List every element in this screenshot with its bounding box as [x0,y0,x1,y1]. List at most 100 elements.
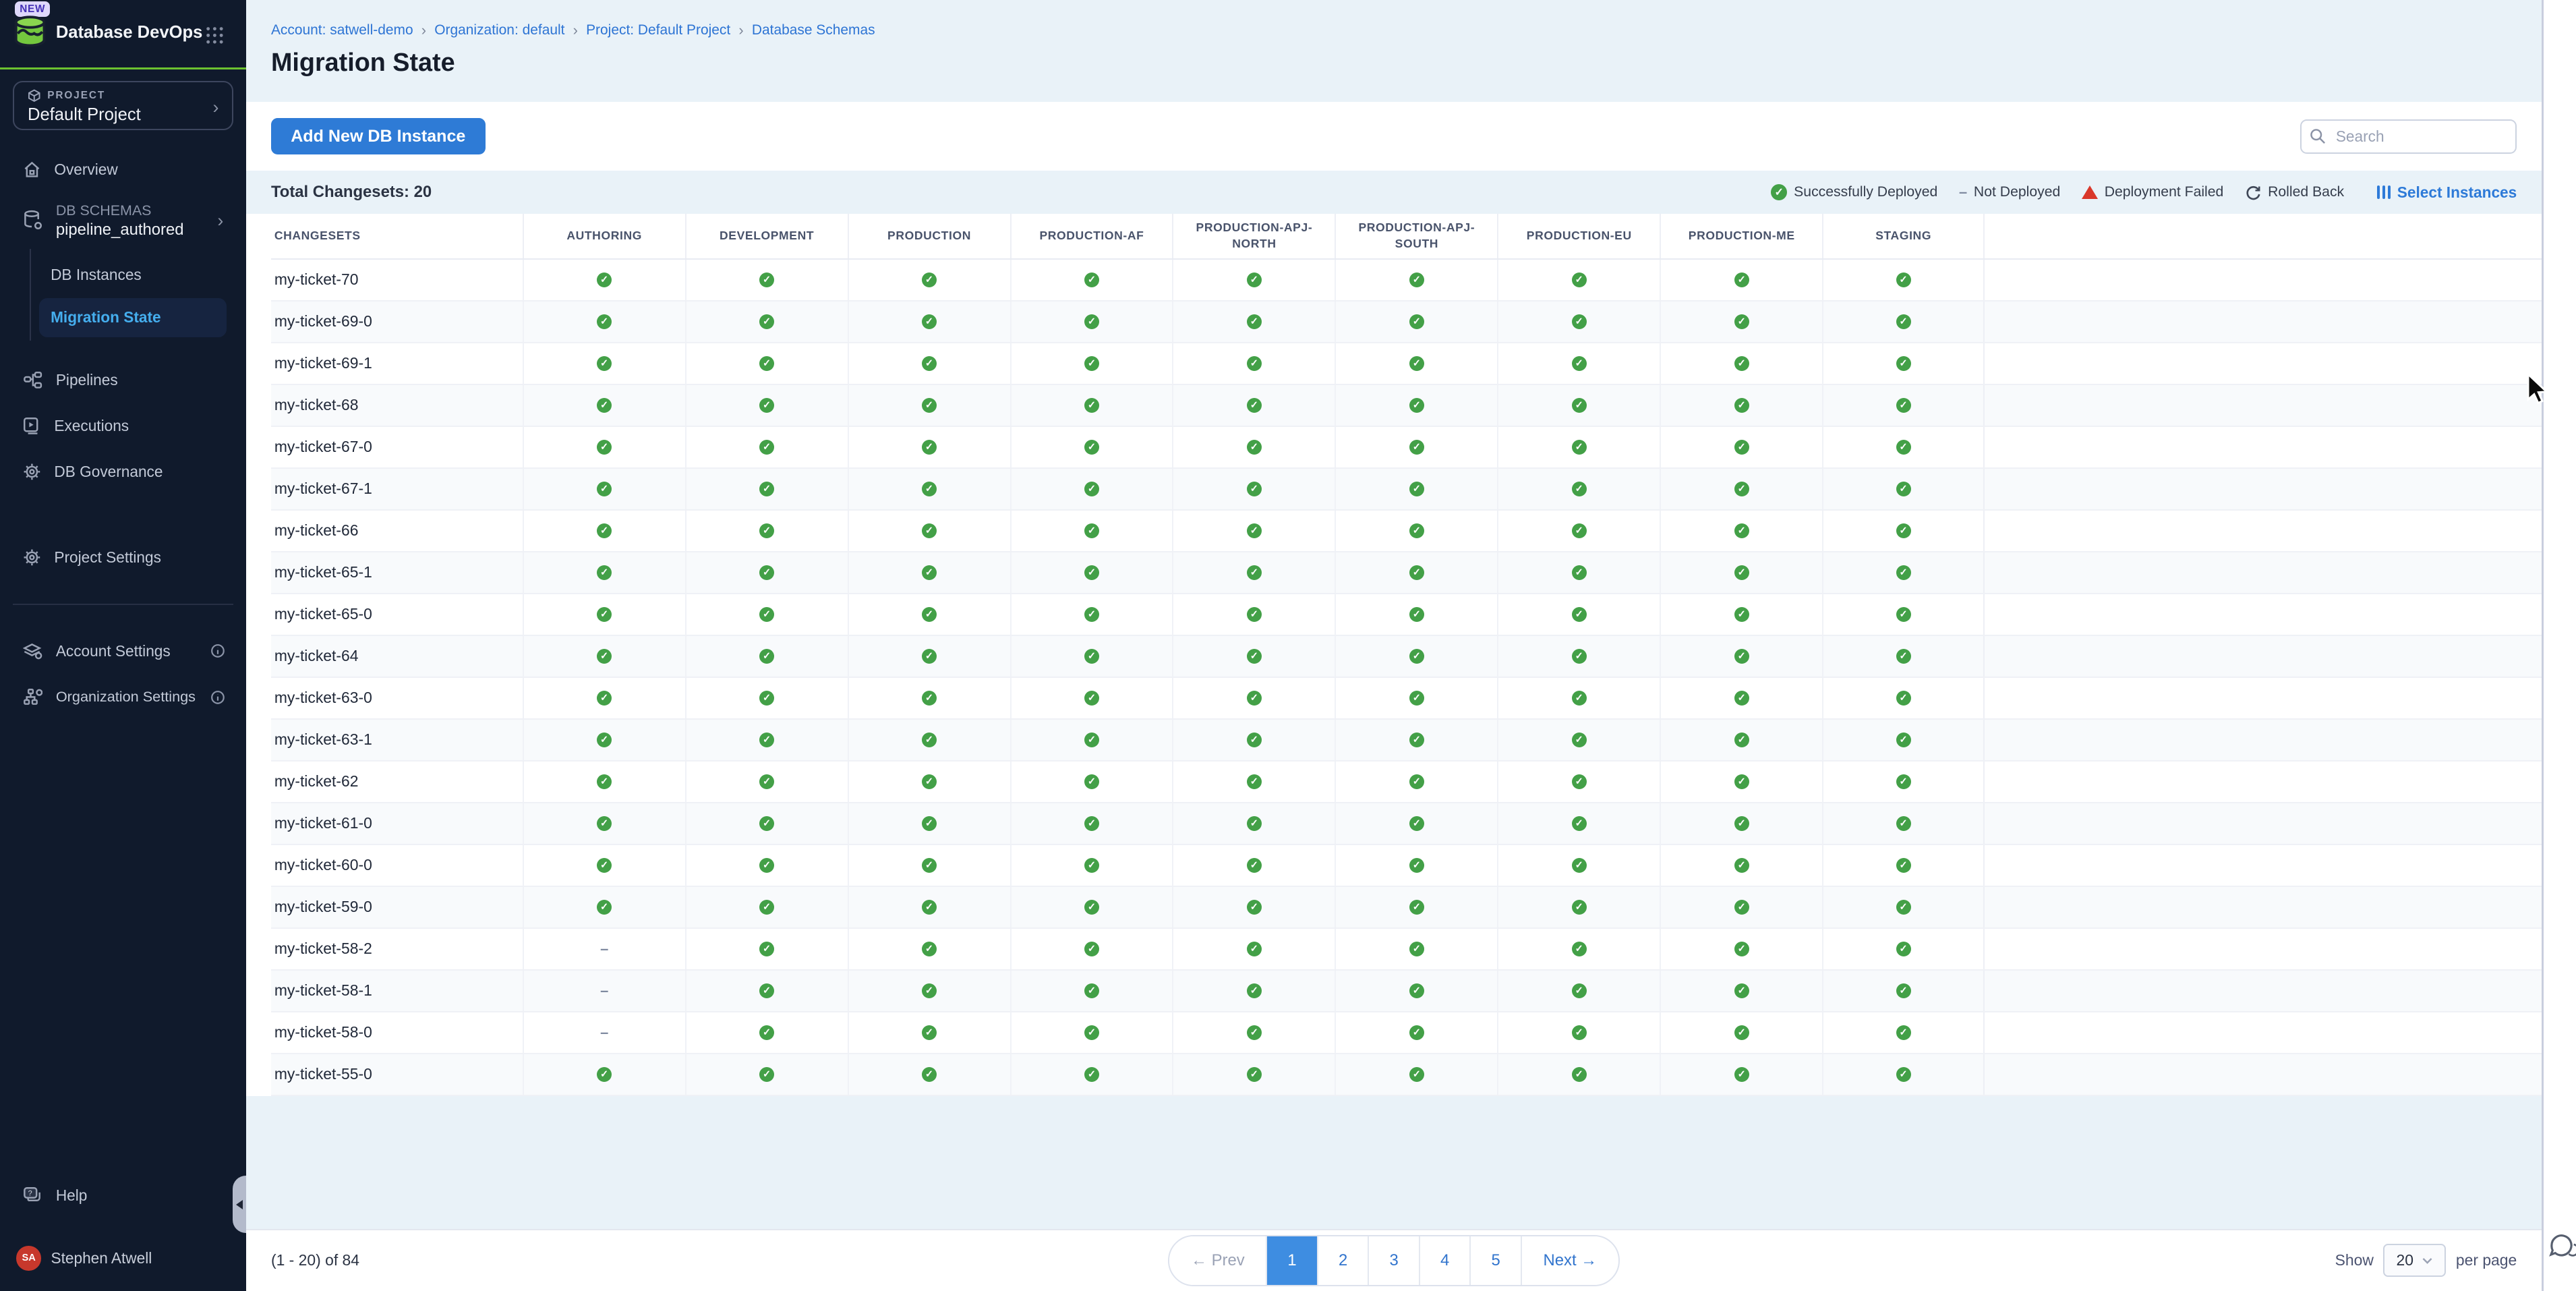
select-instances-button[interactable]: Select Instances [2377,183,2517,202]
table-body: my-ticket-70✓✓✓✓✓✓✓✓✓my-ticket-69-0✓✓✓✓✓… [271,260,2576,1096]
status-cell: ✓ [848,469,1010,509]
status-cell: ✓ [685,887,848,927]
deployed-icon: ✓ [1084,942,1099,956]
sidebar-item-db-instances[interactable]: DB Instances [31,255,247,294]
status-cell: ✓ [1822,845,1985,886]
status-cell: ✓ [1497,803,1660,844]
page-button-2[interactable]: 2 [1317,1236,1368,1285]
status-cell: ✓ [848,343,1010,384]
add-new-db-instance-button[interactable]: Add New DB Instance [271,118,486,154]
page-button-4[interactable]: 4 [1419,1236,1470,1285]
sidebar-header: NEW Database DevOps [0,0,246,67]
sidebar-item-project-settings[interactable]: Project Settings [0,534,246,580]
sidebar-item-help[interactable]: ? Help [0,1173,246,1219]
user-menu[interactable]: SA Stephen Atwell [0,1235,246,1281]
next-page-button[interactable]: Next → [1521,1236,1618,1285]
total-changesets: Total Changesets: 20 [271,183,1749,202]
info-icon[interactable] [210,643,225,658]
status-cell: ✓ [685,929,848,969]
deployed-icon: ✓ [922,774,937,789]
project-label: PROJECT [47,90,105,102]
status-cell: ✓ [1172,720,1335,760]
status-cell: ✓ [848,511,1010,551]
project-name: Default Project [28,105,218,125]
deployed-icon: ✓ [922,523,937,538]
sidebar-item-label: Project Settings [54,548,161,567]
status-cell: ✓ [523,511,685,551]
sidebar-item-account-settings[interactable]: Account Settings [0,628,246,674]
deployed-icon: ✓ [1572,858,1587,873]
deployed-icon: ✓ [597,607,612,622]
status-cell: ✓ [523,427,685,467]
page-button-1[interactable]: 1 [1266,1236,1317,1285]
sidebar-item-overview[interactable]: Overview [0,147,246,193]
deployed-icon: ✓ [1409,900,1424,915]
status-cell: ✓ [523,552,685,593]
status-cell: ✓ [1335,552,1497,593]
status-cell: ✓ [1822,971,1985,1011]
status-cell: ✓ [848,636,1010,677]
column-header-staging: STAGING [1822,214,1985,258]
home-icon [23,161,41,179]
sidebar-collapse-handle[interactable] [233,1176,247,1233]
legend-not-deployed: – Not Deployed [1959,183,2060,201]
prev-page-button[interactable]: ← Prev [1169,1236,1266,1285]
deployed-icon: ✓ [759,565,774,580]
results-range: (1 - 20) of 84 [271,1251,1169,1269]
deployed-icon: ✓ [1084,523,1099,538]
deployed-icon: ✓ [1084,983,1099,998]
status-cell: ✓ [1010,594,1173,635]
deployed-icon: ✓ [1247,523,1262,538]
rolled-back-icon [2245,184,2261,200]
sidebar-item-migration-state[interactable]: Migration State [39,298,227,337]
page-button-5[interactable]: 5 [1469,1236,1521,1285]
deployed-icon: ✓ [1572,691,1587,706]
deployed-icon: ✓ [1734,398,1749,413]
status-cell: ✓ [1172,511,1335,551]
status-cell: ✓ [1335,511,1497,551]
deployed-icon: ✓ [1572,314,1587,329]
chat-widget-icon[interactable] [2548,1232,2576,1263]
sidebar-item-db-governance[interactable]: DB Governance [0,449,246,495]
status-cell: ✓ [1172,762,1335,802]
column-header-production-apj-south: PRODUCTION-APJ-SOUTH [1335,214,1497,258]
deployed-icon: ✓ [1572,1067,1587,1082]
status-cell: ✓ [1010,971,1173,1011]
status-cell: ✓ [1497,260,1660,300]
app-grid-icon[interactable] [206,26,224,45]
sidebar-item-organization-settings[interactable]: Organization Settings [0,674,246,720]
page-size-value: 20 [2397,1251,2413,1269]
database-gear-icon [23,210,42,231]
breadcrumb-account[interactable]: Account: satwell-demo [271,22,413,38]
status-cell: ✓ [1010,929,1173,969]
deployed-icon: ✓ [759,649,774,664]
search-icon [2310,128,2326,144]
status-cell: ✓ [1660,511,1822,551]
status-cell: ✓ [848,427,1010,467]
search-input[interactable] [2300,119,2517,154]
breadcrumb-database-schemas[interactable]: Database Schemas [752,22,875,38]
sidebar-item-executions[interactable]: Executions [0,403,246,449]
app-title: Database DevOps [56,23,203,42]
project-selector[interactable]: PROJECT Default Project › [13,81,233,130]
deployed-icon: ✓ [1572,398,1587,413]
deployed-icon: ✓ [1409,1025,1424,1040]
deployed-icon: ✓ [597,733,612,747]
deployed-icon: ✓ [597,565,612,580]
deployed-icon: ✓ [1896,983,1911,998]
status-cell: ✓ [1660,720,1822,760]
status-cell: ✓ [685,636,848,677]
sidebar-item-db-schemas[interactable]: DB SCHEMAS pipeline_authored › [0,193,246,249]
page-size-select[interactable]: 20 [2383,1244,2446,1277]
breadcrumb-organization[interactable]: Organization: default [434,22,564,38]
status-cell: ✓ [1335,678,1497,718]
chevron-right-icon: › [573,22,578,39]
deployed-icon: ✓ [1572,607,1587,622]
summary-bar: Total Changesets: 20 ✓ Successfully Depl… [246,171,2576,213]
page-button-3[interactable]: 3 [1368,1236,1419,1285]
breadcrumb-project[interactable]: Project: Default Project [586,22,730,38]
sidebar-item-label: Executions [54,417,129,435]
sidebar-item-pipelines[interactable]: Pipelines [0,357,246,403]
status-cell: ✓ [523,385,685,426]
info-icon[interactable] [210,690,225,705]
